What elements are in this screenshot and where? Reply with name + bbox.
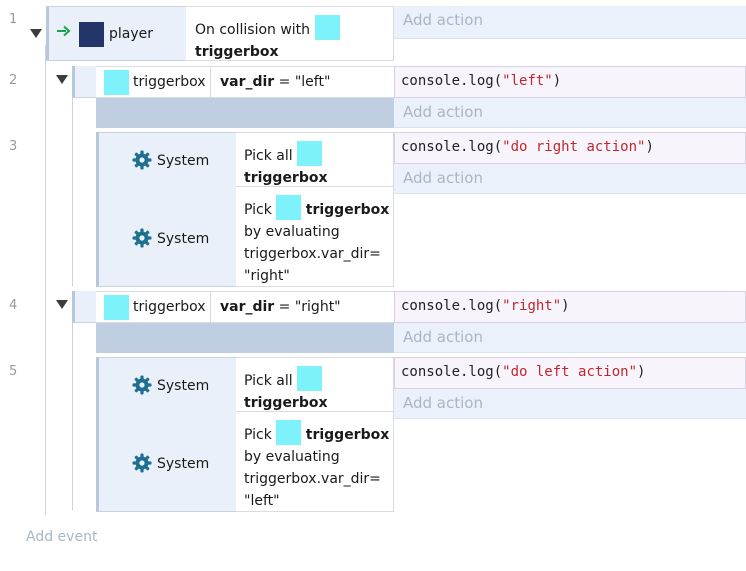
object-name: triggerbox [133, 74, 206, 90]
empty-condition-band [96, 98, 394, 128]
condition-target: triggerbox [195, 44, 279, 60]
condition-text: Pick all [244, 373, 293, 389]
condition-expression: triggerbox.var_dir= [244, 246, 381, 262]
collapse-triangle-icon[interactable] [30, 29, 42, 38]
condition-expression-value: "right" [244, 268, 290, 284]
condition-expression: triggerbox.var_dir= [244, 471, 381, 487]
triggerbox-icon [104, 295, 129, 320]
event-2-indent [72, 66, 96, 98]
gear-icon [132, 375, 152, 395]
action-close: ) [645, 139, 654, 155]
gear-icon [132, 228, 152, 248]
add-action-button[interactable]: Add action [394, 6, 746, 39]
add-action-button[interactable]: Add action [394, 323, 746, 353]
add-event-button[interactable]: Add event [26, 529, 97, 545]
action-console-log[interactable]: console.log("do right action") [394, 132, 746, 164]
condition-target: triggerbox [244, 170, 328, 186]
event-5-system-cell[interactable]: System System [96, 357, 236, 512]
object-name: triggerbox [133, 299, 206, 315]
action-arg: "do right action" [502, 139, 646, 155]
action-console-log[interactable]: console.log("right") [394, 291, 746, 323]
player-icon [79, 22, 104, 47]
condition-expression-value: "left" [244, 493, 280, 509]
system-label: System [157, 231, 210, 247]
variable-value: "right" [294, 299, 341, 315]
triggerbox-icon [276, 420, 302, 445]
event-4[interactable]: triggerbox var_dir = "right" console.log… [0, 291, 746, 353]
divider [210, 292, 211, 323]
gear-icon [132, 453, 152, 473]
system-label: System [157, 456, 210, 472]
event-3-system-cell[interactable]: System System [96, 132, 236, 287]
add-action-button[interactable]: Add action [394, 164, 746, 194]
gear-icon [132, 150, 152, 170]
event-3[interactable]: System System Pick all triggerbox Pick t… [0, 132, 746, 288]
event-2[interactable]: triggerbox var_dir = "left" console.log(… [0, 66, 746, 128]
condition-pick-by-evaluating[interactable]: Pick triggerbox by evaluating triggerbox… [236, 412, 394, 512]
action-call: console.log( [401, 364, 503, 380]
condition-target: triggerbox [305, 202, 390, 218]
event-1-object-cell[interactable]: player [46, 6, 186, 61]
add-action-button[interactable]: Add action [394, 98, 746, 128]
triggerbox-icon [104, 70, 129, 95]
triggerbox-icon [276, 195, 302, 220]
variable-name: var_dir [220, 74, 275, 90]
event-4-indent [72, 291, 96, 323]
empty-condition-band [96, 323, 394, 353]
collapse-triangle-icon[interactable] [56, 75, 68, 84]
add-action-button[interactable]: Add action [394, 389, 746, 419]
action-console-log[interactable]: console.log("left") [394, 66, 746, 98]
triggerbox-icon [297, 366, 323, 391]
trigger-arrow-icon [57, 25, 71, 37]
variable-value: "left" [294, 74, 331, 90]
condition-text: Pick [244, 427, 272, 443]
action-call: console.log( [401, 73, 503, 89]
condition-target: triggerbox [305, 427, 390, 443]
action-arg: "left" [502, 73, 553, 89]
action-arg: "do left action" [502, 364, 638, 380]
action-console-log[interactable]: console.log("do left action") [394, 357, 746, 389]
action-call: console.log( [401, 298, 503, 314]
system-label: System [157, 378, 210, 394]
divider [210, 67, 211, 98]
system-label: System [157, 153, 210, 169]
condition-text: On collision with [195, 22, 311, 38]
triggerbox-icon [297, 141, 323, 166]
condition-pick-all[interactable]: Pick all triggerbox [236, 132, 394, 187]
operator: = [278, 299, 291, 315]
condition-target: triggerbox [244, 395, 328, 411]
condition-text: Pick all [244, 148, 293, 164]
action-arg: "right" [502, 298, 562, 314]
action-close: ) [552, 73, 562, 89]
event-5[interactable]: System System Pick all triggerbox Pick t… [0, 357, 746, 513]
condition-pick-by-evaluating[interactable]: Pick triggerbox by evaluating triggerbox… [236, 187, 394, 287]
condition-compare-var[interactable]: triggerbox var_dir = "right" [96, 291, 394, 323]
condition-on-collision[interactable]: On collision with triggerbox [186, 6, 394, 61]
condition-pick-all[interactable]: Pick all triggerbox [236, 357, 394, 412]
operator: = [278, 74, 291, 90]
object-name: player [109, 26, 154, 42]
collapse-triangle-icon[interactable] [56, 300, 68, 309]
triggerbox-icon [314, 15, 340, 40]
condition-compare-var[interactable]: triggerbox var_dir = "left" [96, 66, 394, 98]
condition-text: by evaluating [244, 224, 340, 240]
condition-text: by evaluating [244, 449, 340, 465]
event-1[interactable]: player On collision with triggerbox Add … [0, 0, 746, 62]
variable-name: var_dir [220, 299, 275, 315]
condition-text: Pick [244, 202, 272, 218]
action-close: ) [561, 298, 570, 314]
action-call: console.log( [401, 139, 503, 155]
action-close: ) [637, 364, 646, 380]
